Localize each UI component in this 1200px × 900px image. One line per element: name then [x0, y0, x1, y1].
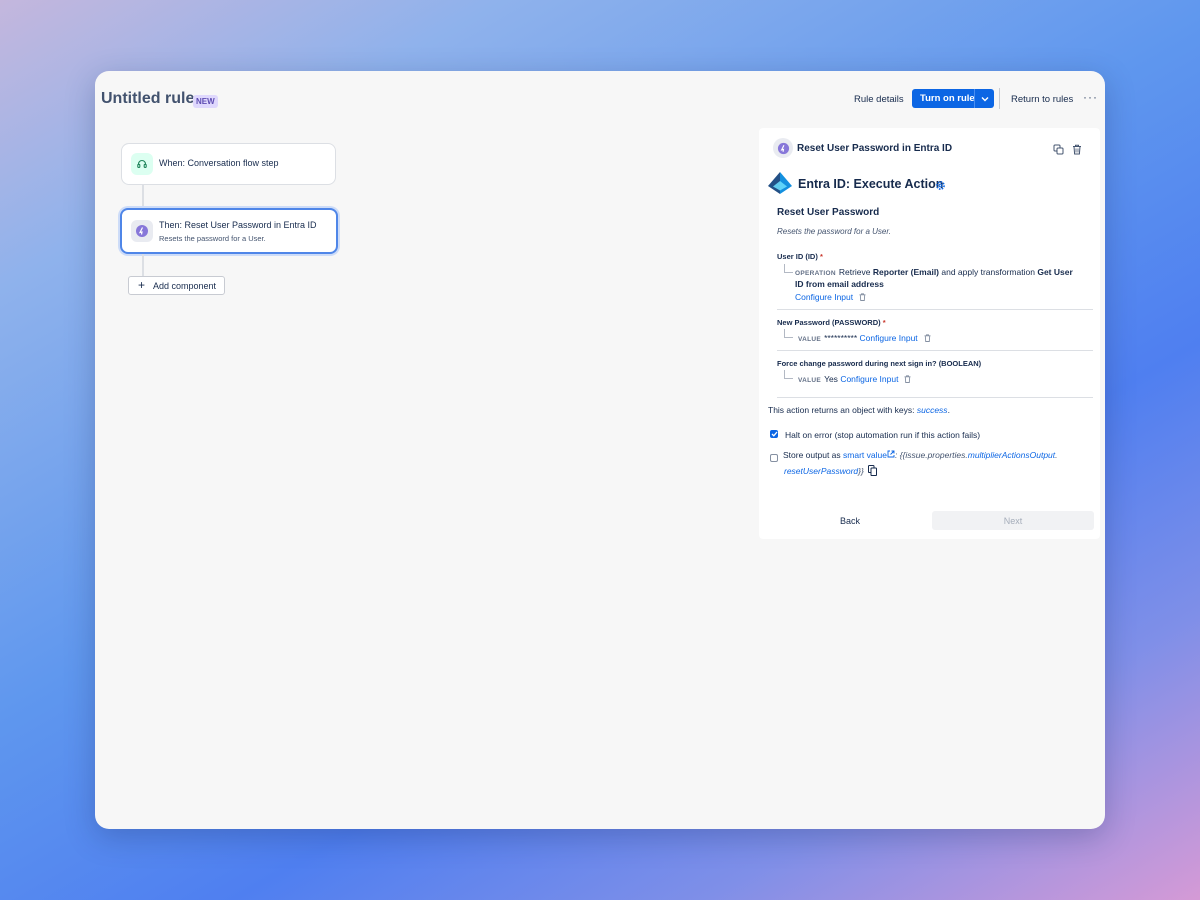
field-divider [777, 397, 1093, 398]
returns-description: This action returns an object with keys:… [768, 405, 950, 415]
action-label: Then: Reset User Password in Entra ID [159, 220, 317, 230]
store-output-line: Store output as smart value : {{issue.pro… [783, 450, 1058, 460]
action-description: Resets the password for a User. [777, 227, 891, 236]
field-label-force-change: Force change password during next sign i… [777, 359, 982, 368]
smart-value-text: resetUserPassword [784, 465, 859, 476]
copy-icon[interactable] [867, 465, 877, 478]
configure-input-link[interactable]: Configure Input [840, 374, 898, 384]
next-button[interactable]: Next [932, 511, 1094, 530]
operation-text: Retrieve [838, 267, 871, 277]
flow-connector [142, 184, 144, 207]
field-divider [777, 309, 1093, 310]
add-component-button[interactable]: + Add component [128, 276, 225, 295]
new-badge: NEW [193, 95, 218, 108]
user-id-operation-line-2: ID from email address [795, 279, 884, 289]
trigger-card[interactable]: When: Conversation flow step [121, 143, 336, 185]
user-id-operation-line: OPERATION Retrieve Reporter (Email) and a… [795, 267, 1073, 277]
external-link-icon[interactable] [887, 450, 895, 460]
operation-transformation: Get User [1037, 267, 1073, 277]
operation-source: Reporter (Email) [872, 267, 940, 277]
smart-value-text: : {{issue.properties. [894, 450, 968, 460]
smart-value-text: . [1055, 450, 1058, 460]
turn-on-rule-label: Turn on rule [920, 93, 975, 104]
halt-on-error-label: Halt on error (stop automation run if th… [785, 430, 981, 440]
returns-text: This action returns an object with keys: [768, 405, 915, 415]
tree-connector [784, 264, 793, 273]
flow-connector [142, 254, 144, 276]
action-card[interactable]: Then: Reset User Password in Entra ID Re… [120, 208, 338, 254]
trash-icon[interactable] [924, 334, 931, 344]
return-to-rules-button[interactable]: Return to rules [1011, 94, 1073, 105]
header-separator [999, 88, 1000, 109]
add-component-label: Add component [153, 281, 217, 291]
store-output-checkbox[interactable] [770, 454, 778, 462]
field-value: ********** [824, 333, 858, 343]
action-config-panel: Reset User Password in Entra ID Entra ID… [759, 128, 1100, 539]
entra-icon [773, 138, 793, 158]
force-change-value-line: VALUE Yes Configure Input [798, 374, 911, 385]
field-divider [777, 350, 1093, 351]
required-marker: * [819, 252, 823, 261]
configure-input-link[interactable]: Configure Input [860, 333, 918, 343]
input-kind-label: OPERATION [795, 270, 836, 277]
back-button[interactable]: Back [840, 516, 860, 526]
rule-details-button[interactable]: Rule details [854, 94, 904, 105]
field-value: Yes [824, 374, 838, 384]
tree-connector [784, 329, 793, 338]
action-title: Reset User Password [777, 207, 880, 218]
operation-text: and apply transformation [941, 267, 1035, 277]
smart-value-text: multiplierActionsOutput [967, 450, 1056, 460]
field-label-user-id: User ID (ID) * [777, 252, 823, 261]
header-bar: Untitled rule NEW Rule details Turn on r… [95, 71, 1105, 129]
rule-title[interactable]: Untitled rule [101, 90, 194, 108]
entra-icon [131, 220, 153, 242]
service-title: Entra ID: Execute Action [798, 177, 944, 191]
plus-icon: + [138, 278, 146, 292]
trash-icon[interactable] [904, 375, 911, 385]
trigger-label: When: Conversation flow step [159, 158, 279, 168]
panel-title: Reset User Password in Entra ID [797, 143, 953, 154]
trash-icon[interactable] [859, 293, 866, 303]
entra-logo-icon [767, 171, 793, 200]
input-kind-label: VALUE [798, 377, 822, 384]
user-id-config-line: Configure Input [795, 292, 866, 303]
gear-icon[interactable] [935, 178, 946, 196]
headset-icon [131, 153, 153, 175]
chevron-down-icon[interactable] [975, 89, 994, 108]
required-marker: * [882, 318, 886, 327]
input-kind-label: VALUE [798, 336, 822, 343]
configure-input-link[interactable]: Configure Input [795, 292, 853, 302]
smart-value-text: }} [858, 465, 864, 476]
action-sublabel: Resets the password for a User. [159, 234, 266, 243]
duplicate-icon[interactable] [1053, 142, 1064, 160]
new-password-value-line: VALUE ********** Configure Input [798, 333, 931, 344]
more-options-icon[interactable]: ··· [1083, 90, 1098, 104]
turn-on-rule-button[interactable]: Turn on rule [912, 89, 994, 108]
field-label-text: User ID (ID) [777, 252, 818, 261]
store-output-label: Store output as [783, 450, 841, 460]
returns-key: success [916, 405, 948, 415]
tree-connector [784, 370, 793, 379]
field-label-new-password: New Password (PASSWORD) * [777, 318, 886, 327]
trash-icon[interactable] [1072, 142, 1082, 160]
smart-value-link[interactable]: smart value [843, 450, 887, 460]
automation-window: Untitled rule NEW Rule details Turn on r… [95, 71, 1105, 829]
field-label-text: New Password (PASSWORD) [777, 318, 881, 327]
operation-transformation: ID from email address [795, 279, 884, 289]
halt-on-error-checkbox[interactable] [770, 430, 778, 438]
store-output-line-2: resetUserPassword}} [784, 465, 877, 478]
